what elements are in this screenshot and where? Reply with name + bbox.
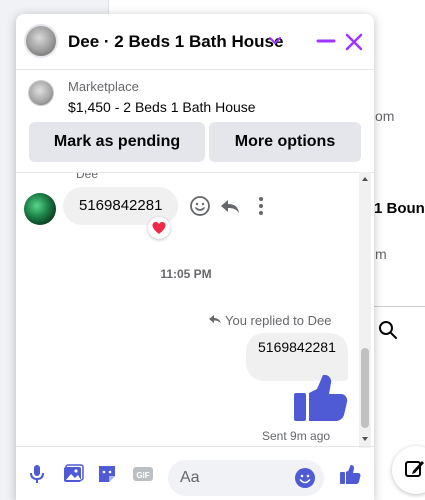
- microphone-icon[interactable]: [26, 463, 48, 485]
- replied-note: You replied to Dee: [225, 313, 332, 328]
- emoji-icon[interactable]: [189, 195, 211, 217]
- avatar[interactable]: [24, 24, 58, 58]
- message-timestamp: 11:05 PM: [160, 267, 212, 281]
- listing-title[interactable]: $1,450 - 2 Beds 1 Bath House: [68, 99, 256, 115]
- message-composer: GIF Aa: [16, 446, 374, 500]
- edit-icon: [405, 461, 424, 477]
- scroll-down-icon[interactable]: [359, 434, 371, 444]
- close-icon[interactable]: [343, 31, 365, 53]
- marketplace-label: Marketplace: [68, 79, 139, 94]
- search-icon[interactable]: [378, 320, 398, 340]
- message-thread: Dee 5169842281 11:05 PM You replied to D…: [16, 172, 374, 444]
- sticker-icon[interactable]: [96, 463, 118, 485]
- chat-header[interactable]: Dee · 2 Beds 1 Bath House: [16, 14, 374, 70]
- like-icon: [294, 375, 348, 421]
- mark-as-pending-button[interactable]: Mark as pending: [29, 122, 205, 162]
- heart-icon: [152, 222, 166, 234]
- message-input[interactable]: Aa: [168, 460, 324, 496]
- emoji-icon[interactable]: [294, 467, 316, 489]
- listing-thumbnail: [28, 80, 54, 106]
- minimize-icon[interactable]: [316, 31, 336, 51]
- message-input-placeholder: Aa: [180, 469, 200, 486]
- sent-status: Sent 9m ago: [262, 429, 331, 443]
- gif-icon[interactable]: GIF: [132, 463, 154, 485]
- reply-icon[interactable]: [219, 195, 241, 217]
- like-icon[interactable]: [339, 463, 361, 485]
- background-divider: [372, 306, 425, 307]
- more-options-button[interactable]: More options: [209, 122, 361, 162]
- more-icon[interactable]: [250, 195, 272, 217]
- background-snippet: 1 Boun: [374, 200, 425, 217]
- scroll-up-icon[interactable]: [359, 174, 371, 184]
- reply-icon: [209, 315, 221, 324]
- chat-title[interactable]: Dee · 2 Beds 1 Bath House: [68, 32, 283, 52]
- svg-text:GIF: GIF: [136, 471, 149, 480]
- image-icon[interactable]: [62, 463, 84, 485]
- thread-scrollbar[interactable]: [359, 172, 371, 448]
- avatar[interactable]: [24, 193, 56, 225]
- background-snippet: om: [375, 108, 395, 124]
- chevron-down-icon[interactable]: [268, 34, 282, 48]
- background-snippet: m: [375, 246, 387, 262]
- marketplace-listing[interactable]: Marketplace $1,450 - 2 Beds 1 Bath House: [16, 70, 374, 118]
- chat-window: Dee · 2 Beds 1 Bath House Marketplace $1…: [16, 14, 374, 500]
- heart-reaction[interactable]: [148, 217, 170, 239]
- scroll-thumb[interactable]: [361, 348, 369, 428]
- sender-name: Dee: [76, 172, 99, 181]
